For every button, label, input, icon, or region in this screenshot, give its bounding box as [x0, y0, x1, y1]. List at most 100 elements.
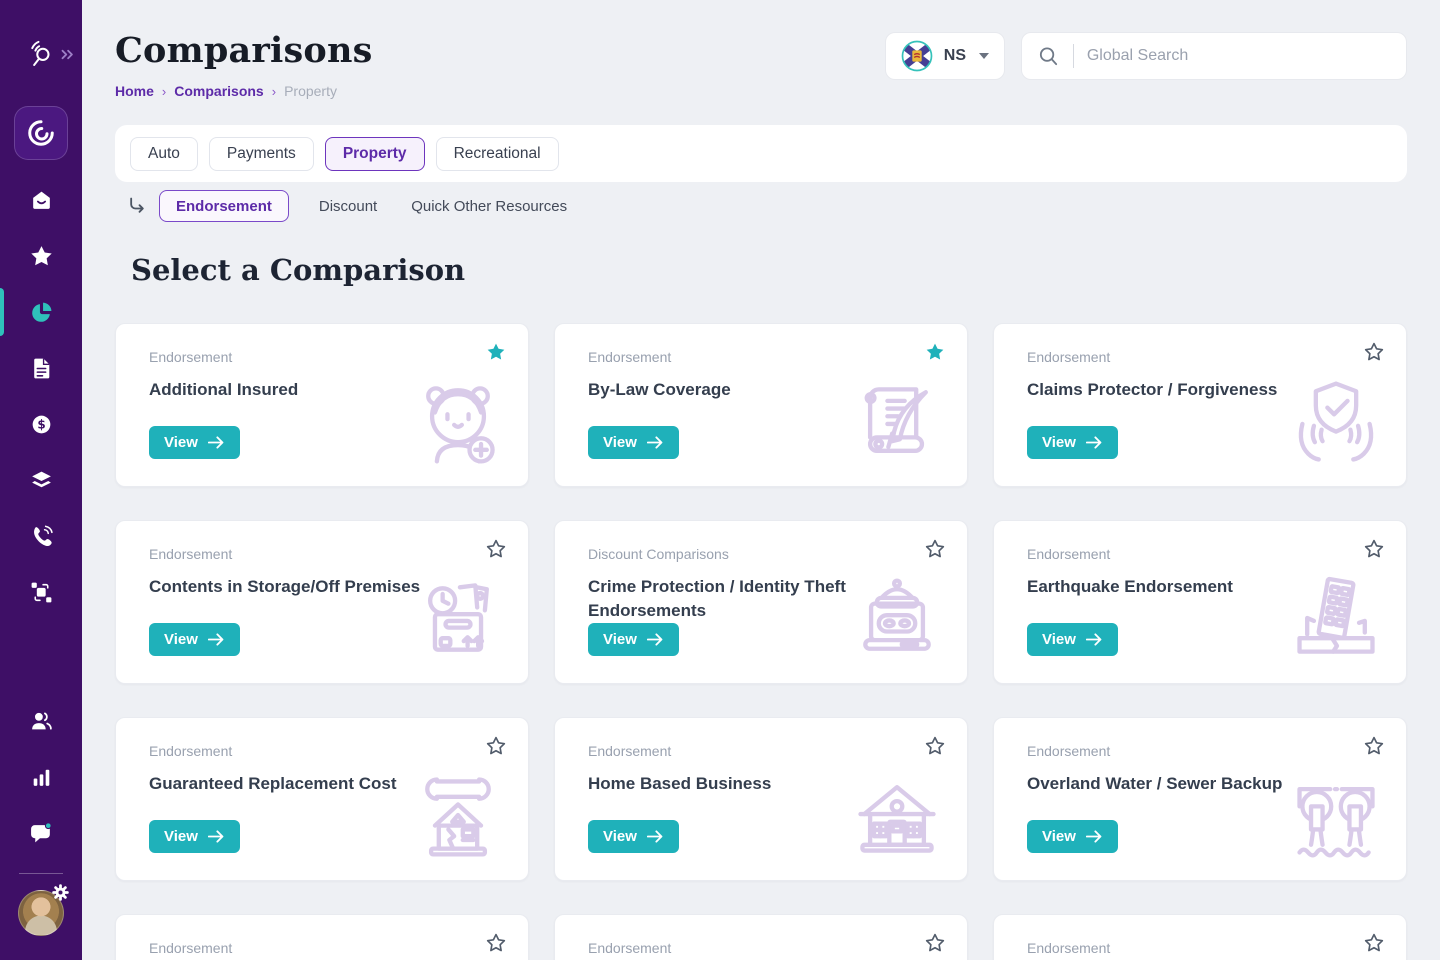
card-category: Endorsement: [149, 743, 528, 759]
sidebar-item-favorites[interactable]: [0, 228, 82, 284]
view-button[interactable]: View: [1027, 623, 1118, 656]
sidebar-search-button[interactable]: [0, 38, 82, 72]
view-button[interactable]: View: [588, 623, 679, 656]
category-tabs: Auto Payments Property Recreational: [115, 125, 1407, 182]
sidebar-item-reports[interactable]: [0, 749, 82, 805]
favorite-star-icon-outline[interactable]: [1363, 735, 1385, 757]
arrow-right-icon: [1086, 633, 1103, 646]
integrations-icon: [29, 580, 54, 605]
arrow-right-icon: [647, 830, 664, 843]
favorite-star-icon-outline[interactable]: [924, 538, 946, 560]
favorites-icon: [29, 244, 54, 269]
breadcrumb: Home›Comparisons›Property: [115, 83, 1407, 99]
sidebar-item-documents[interactable]: [0, 340, 82, 396]
region-selector[interactable]: NS: [885, 32, 1005, 80]
favorite-star-icon-outline[interactable]: [1363, 341, 1385, 363]
double-chevron-right-icon[interactable]: [60, 47, 75, 62]
view-button[interactable]: View: [149, 820, 240, 853]
view-button[interactable]: View: [1027, 820, 1118, 853]
reports-icon: [29, 765, 54, 790]
favorite-star-icon-filled[interactable]: [924, 341, 946, 363]
favorite-star-icon[interactable]: [924, 932, 946, 954]
settings-gear-icon[interactable]: [52, 884, 69, 901]
subtab-discount[interactable]: Discount: [319, 198, 377, 215]
breadcrumb-comparisons[interactable]: Comparisons: [174, 83, 263, 99]
user-avatar[interactable]: [18, 890, 64, 936]
breadcrumb-home[interactable]: Home: [115, 83, 154, 99]
arrow-right-icon: [1086, 830, 1103, 843]
card-category: Endorsement: [149, 940, 528, 956]
comparisons-icon: [29, 300, 54, 325]
arrow-right-icon: [647, 436, 664, 449]
sidebar-item-billing[interactable]: $: [0, 396, 82, 452]
sidebar-item-comparisons[interactable]: [0, 284, 82, 340]
favorite-star-icon-outline[interactable]: [924, 735, 946, 757]
arrow-right-icon: [647, 633, 664, 646]
comparison-card: Endorsement Additional Insured View: [115, 323, 529, 487]
tab-recreational[interactable]: Recreational: [436, 137, 559, 171]
comparison-card: Endorsement Earthquake Endorsement View: [993, 520, 1407, 684]
view-button-label: View: [1042, 631, 1076, 648]
view-button-label: View: [164, 828, 198, 845]
sidebar-nav: $: [0, 172, 82, 620]
favorite-star-icon-filled[interactable]: [485, 341, 507, 363]
sidebar-bottom: [0, 681, 82, 960]
sewer-pipes-illustration: [1288, 764, 1384, 868]
card-category: Endorsement: [588, 940, 967, 956]
scroll-quill-illustration: [849, 370, 945, 474]
card-title: Crime Protection / Identity Theft Endors…: [588, 575, 873, 623]
sidebar-item-home[interactable]: [0, 172, 82, 228]
favorite-star-icon-outline[interactable]: [485, 735, 507, 757]
clients-icon: [29, 709, 54, 734]
comparison-card: Endorsement Overland Water / Sewer Backu…: [993, 717, 1407, 881]
comparison-card: Endorsement: [115, 914, 529, 960]
view-button[interactable]: View: [1027, 426, 1118, 459]
sidebar-item-integrations[interactable]: [0, 564, 82, 620]
sidebar-item-chat[interactable]: [0, 805, 82, 861]
global-search: [1021, 32, 1407, 80]
home-icon: [29, 188, 54, 213]
card-category: Endorsement: [588, 349, 967, 365]
tab-property[interactable]: Property: [325, 137, 425, 171]
card-category: Endorsement: [1027, 743, 1406, 759]
card-title: Home Based Business: [588, 772, 873, 796]
view-button-label: View: [603, 828, 637, 845]
favorite-star-icon-outline[interactable]: [1363, 538, 1385, 560]
sidebar-item-training[interactable]: [0, 452, 82, 508]
comparison-card: Endorsement Claims Protector / Forgivene…: [993, 323, 1407, 487]
view-button[interactable]: View: [588, 426, 679, 459]
card-category: Endorsement: [149, 546, 528, 562]
sidebar-item-clients[interactable]: [0, 693, 82, 749]
view-button[interactable]: View: [588, 820, 679, 853]
person-plus-illustration: [410, 370, 506, 474]
comparison-grid: Endorsement Additional Insured View Endo…: [115, 323, 1407, 960]
view-button[interactable]: View: [149, 623, 240, 656]
card-category: Endorsement: [1027, 940, 1406, 956]
comparison-card: Discount Comparisons Crime Protection / …: [554, 520, 968, 684]
sidebar-item-calls[interactable]: [0, 508, 82, 564]
storage-box-illustration: [410, 567, 506, 671]
comparison-card: Endorsement: [993, 914, 1407, 960]
favorite-star-icon-outline[interactable]: [485, 538, 507, 560]
sidebar-nav-secondary: [0, 693, 82, 861]
view-button-label: View: [603, 631, 637, 648]
subtab-endorsement[interactable]: Endorsement: [159, 190, 289, 222]
breadcrumb-property: Property: [284, 83, 337, 99]
favorite-star-icon[interactable]: [485, 932, 507, 954]
tab-payments[interactable]: Payments: [209, 137, 314, 171]
favorite-star-icon[interactable]: [1363, 932, 1385, 954]
global-search-input[interactable]: [1087, 47, 1391, 65]
view-button[interactable]: View: [149, 426, 240, 459]
search-divider: [1073, 44, 1074, 68]
card-title: By-Law Coverage: [588, 378, 873, 402]
app-logo[interactable]: [14, 106, 68, 160]
documents-icon: [29, 356, 54, 381]
calls-icon: [29, 524, 54, 549]
tab-auto[interactable]: Auto: [130, 137, 198, 171]
subtab-quick-other-resources[interactable]: Quick Other Resources: [411, 198, 567, 215]
card-category: Discount Comparisons: [588, 546, 967, 562]
training-icon: [29, 468, 54, 493]
comparison-card: Endorsement: [554, 914, 968, 960]
view-button-label: View: [603, 434, 637, 451]
sidebar-divider: [19, 873, 63, 874]
